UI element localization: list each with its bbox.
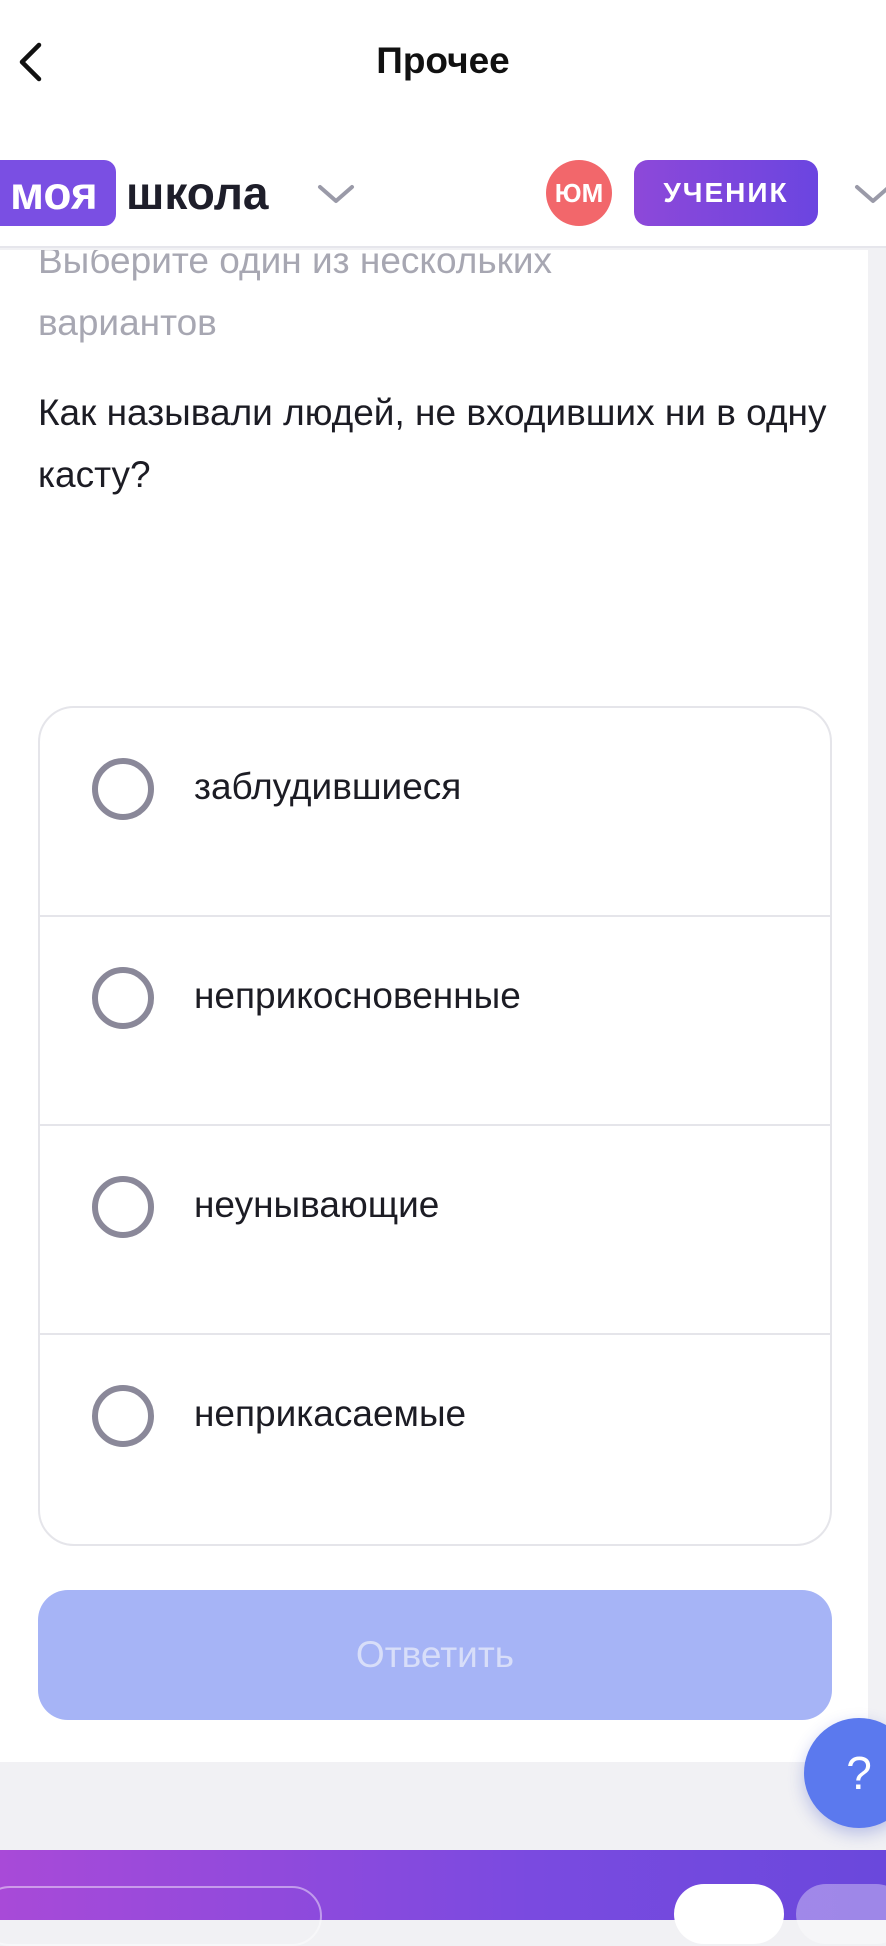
option-label: неприкосновенные <box>194 975 521 1016</box>
logo-moya: моя <box>0 160 116 226</box>
school-header: моя школа ЮМ УЧЕНИК <box>0 130 886 248</box>
radio-button[interactable] <box>92 967 154 1029</box>
instruction-text: Выберите один из нескольких вариантов <box>38 250 553 343</box>
option-label: неунывающие <box>194 1184 440 1225</box>
bottom-nav-pill[interactable] <box>796 1884 886 1944</box>
answer-options: заблудившиеся неприкосновенные неунывающ… <box>38 706 832 1546</box>
chevron-down-icon <box>318 185 354 203</box>
quiz-card: Выберите один из нескольких вариантов Ка… <box>0 250 868 1762</box>
option-label: заблудившиеся <box>194 766 462 807</box>
option-row[interactable]: неунывающие <box>40 1126 830 1335</box>
bottom-bar <box>0 1850 886 1946</box>
profile-menu-button[interactable] <box>842 174 886 214</box>
chevron-down-icon <box>855 185 886 203</box>
bottom-nav-pill[interactable] <box>0 1886 322 1946</box>
role-badge[interactable]: УЧЕНИК <box>634 160 818 226</box>
option-row[interactable]: заблудившиеся <box>40 708 830 917</box>
answer-button[interactable]: Ответить <box>38 1590 832 1720</box>
radio-button[interactable] <box>92 1385 154 1447</box>
question-text: Как называли людей, не входивших ни в од… <box>38 392 827 495</box>
school-switcher-button[interactable] <box>306 174 366 214</box>
bottom-nav-pill-active[interactable] <box>674 1884 784 1944</box>
option-label: неприкасаемые <box>194 1393 467 1434</box>
option-row[interactable]: неприкасаемые <box>40 1335 830 1544</box>
radio-button[interactable] <box>92 758 154 820</box>
option-row[interactable]: неприкосновенные <box>40 917 830 1126</box>
radio-button[interactable] <box>92 1176 154 1238</box>
top-nav-bar: Прочее <box>0 0 886 130</box>
logo-shkola: школа <box>126 167 269 219</box>
avatar[interactable]: ЮМ <box>546 160 612 226</box>
page-title: Прочее <box>376 40 510 81</box>
